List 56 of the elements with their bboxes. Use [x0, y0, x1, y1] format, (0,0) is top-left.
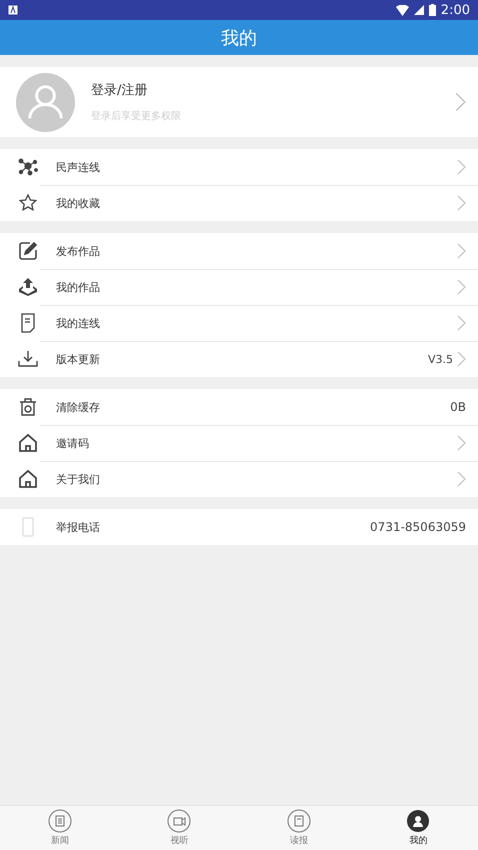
upload-tray-icon [18, 277, 38, 297]
clock-time: 2:00 [440, 2, 470, 18]
menu-value: 0B [450, 400, 466, 414]
menu-row[interactable]: 发布作品 [0, 233, 478, 269]
network-icon [18, 157, 38, 177]
newspaper-icon [286, 809, 311, 833]
menu-label: 版本更新 [56, 352, 101, 366]
menu-label: 举报电话 [56, 520, 101, 534]
chevron-icon [455, 91, 466, 113]
video-icon [167, 809, 192, 833]
menu-label: 关于我们 [56, 472, 101, 486]
menu-row[interactable]: 邀请码 [0, 425, 478, 461]
menu-value: 0731-85063059 [370, 520, 466, 534]
chevron-icon [457, 159, 466, 175]
menu-value: V3.5 [428, 352, 453, 366]
menu-label: 清除缓存 [56, 400, 101, 414]
house-icon [18, 433, 38, 453]
person-icon [406, 809, 430, 833]
menu-row[interactable]: 我的作品 [0, 269, 478, 305]
wifi-icon [396, 4, 409, 16]
menu-label: 民声连线 [56, 160, 101, 174]
edit-icon [18, 241, 38, 261]
chevron-icon [457, 351, 466, 367]
chevron-icon [457, 315, 466, 331]
chevron-icon [457, 435, 466, 451]
menu-row[interactable]: 我的收藏 [0, 185, 478, 221]
nav-tab[interactable]: 视听 [120, 806, 239, 850]
chevron-icon [457, 279, 466, 295]
battery-icon [428, 4, 436, 16]
menu-row[interactable]: 民声连线 [0, 149, 478, 185]
chevron-icon [457, 195, 466, 211]
menu-row[interactable]: 版本更新 V3.5 [0, 341, 478, 377]
menu-row[interactable]: 关于我们 [0, 461, 478, 497]
login-link[interactable]: 登录/注册 [91, 81, 455, 99]
menu-label: 发布作品 [56, 244, 101, 258]
nav-tab[interactable]: 我的 [358, 806, 478, 850]
nav-tab[interactable]: 读报 [239, 806, 358, 850]
news-icon [48, 809, 72, 833]
menu-row[interactable]: 我的连线 [0, 305, 478, 341]
menu-label: 我的收藏 [56, 196, 101, 210]
menu-label: 我的作品 [56, 280, 101, 294]
trash-icon [18, 397, 38, 417]
chevron-icon [457, 243, 466, 259]
menu-label: 邀请码 [56, 436, 90, 450]
signal-icon [414, 5, 424, 15]
menu-label: 我的连线 [56, 316, 101, 330]
notification-icon [8, 5, 18, 15]
menu-row[interactable]: 举报电话 0731-85063059 [0, 509, 478, 545]
page-title: 我的 [221, 26, 257, 50]
chevron-icon [457, 471, 466, 487]
house-icon [18, 469, 38, 489]
nav-tab[interactable]: 新闻 [0, 806, 120, 850]
avatar-icon[interactable] [16, 72, 75, 132]
menu-row[interactable]: 清除缓存 0B [0, 389, 478, 425]
download-icon [18, 349, 38, 369]
star-icon [18, 193, 38, 213]
